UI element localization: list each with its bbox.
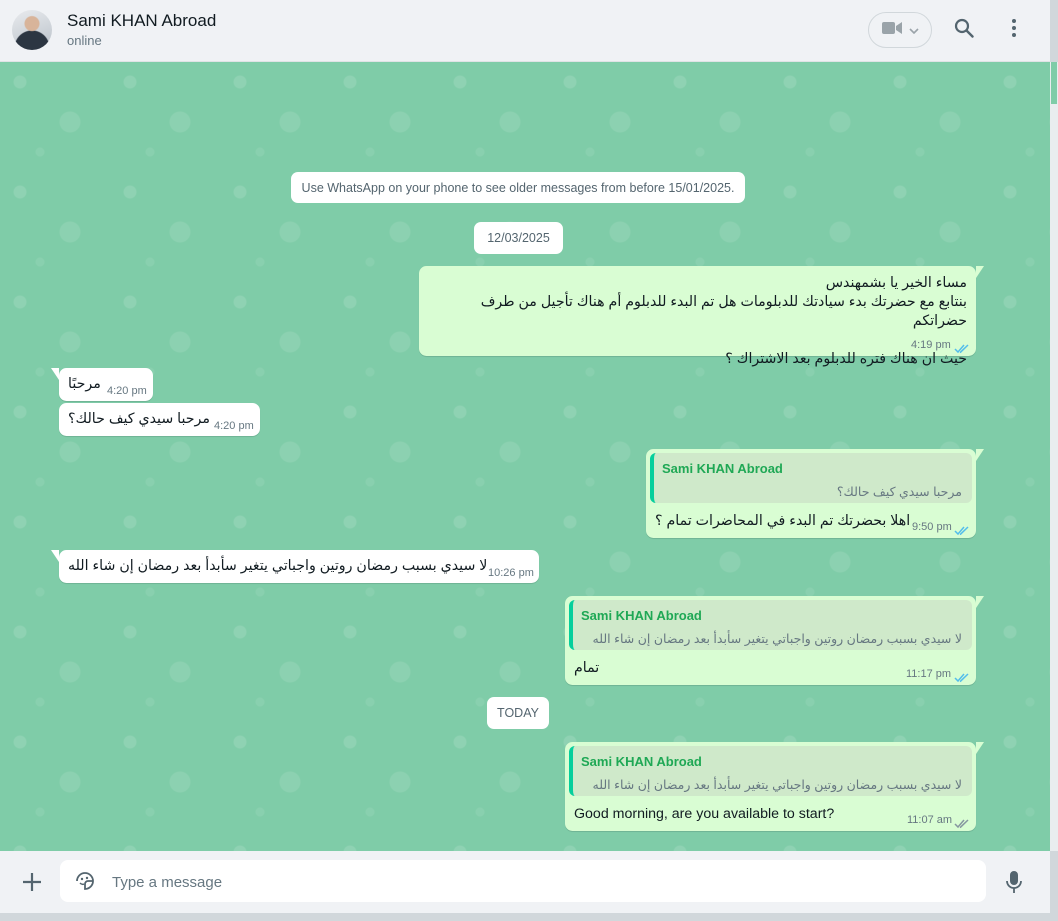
chevron-down-icon — [909, 21, 919, 39]
video-camera-icon — [881, 20, 903, 41]
message-text: Good morning, are you available to start… — [574, 806, 835, 822]
message-bubble-outgoing[interactable]: Sami KHAN Abroad لا سيدي بسبب رمضان روتي… — [565, 596, 984, 688]
older-messages-notice[interactable]: Use WhatsApp on your phone to see older … — [291, 172, 745, 203]
message-line: مساء الخير يا بشمهندس — [825, 275, 967, 291]
message-text: تمام — [574, 660, 600, 676]
message-time: 9:50 pm — [912, 521, 952, 533]
message-text: مساء الخير يا بشمهندس بنتابع مع حضرتك بد… — [427, 274, 967, 369]
chat-scrollbar-thumb[interactable] — [1051, 62, 1057, 104]
menu-dots-icon — [1011, 18, 1017, 43]
quoted-author: Sami KHAN Abroad — [662, 461, 783, 476]
message-text: لا سيدي بسبب رمضان روتين واجباتي يتغير س… — [68, 558, 488, 574]
quoted-author: Sami KHAN Abroad — [581, 754, 702, 769]
video-call-button[interactable] — [868, 12, 932, 48]
menu-button[interactable] — [999, 15, 1029, 45]
date-chip: 12/03/2025 — [474, 222, 563, 254]
message-bubble-incoming[interactable]: مرحبا سيدي كيف حالك؟ 4:20 pm — [59, 403, 260, 436]
quoted-message[interactable]: Sami KHAN Abroad لا سيدي بسبب رمضان روتي… — [569, 746, 972, 796]
double-check-read-icon — [954, 670, 970, 688]
date-chip: TODAY — [487, 697, 549, 729]
quoted-text: لا سيدي بسبب رمضان روتين واجباتي يتغير س… — [592, 778, 963, 792]
message-time: 10:26 pm — [488, 567, 534, 579]
microphone-icon — [1004, 871, 1024, 899]
attach-button[interactable] — [20, 870, 44, 894]
quoted-text: لا سيدي بسبب رمضان روتين واجباتي يتغير س… — [592, 632, 963, 646]
quoted-author: Sami KHAN Abroad — [581, 608, 702, 623]
voice-message-button[interactable] — [1004, 869, 1024, 895]
message-bubble-outgoing[interactable]: مساء الخير يا بشمهندس بنتابع مع حضرتك بد… — [419, 266, 984, 367]
double-check-read-icon — [954, 523, 970, 541]
message-time: 11:17 pm — [906, 668, 952, 680]
search-icon — [954, 18, 974, 43]
window-bottom-edge — [0, 913, 1058, 921]
message-input[interactable] — [110, 860, 974, 904]
message-text: مرحبا سيدي كيف حالك؟ — [68, 411, 210, 427]
chat-header[interactable]: Sami KHAN Abroad online — [0, 0, 1050, 62]
double-check-delivered-icon — [954, 816, 970, 834]
plus-icon — [20, 873, 44, 898]
message-time: 11:07 am — [907, 814, 953, 826]
message-line: بنتابع مع حضرتك بدء سيادتك للدبلومات هل … — [480, 294, 967, 329]
chat-scrollbar[interactable] — [1050, 62, 1058, 851]
message-line — [427, 331, 967, 350]
chat-messages-panel[interactable]: Use WhatsApp on your phone to see older … — [0, 62, 1050, 851]
message-bubble-outgoing[interactable]: Sami KHAN Abroad لا سيدي بسبب رمضان روتي… — [565, 742, 984, 834]
search-button[interactable] — [949, 15, 979, 45]
message-bubble-incoming[interactable]: لا سيدي بسبب رمضان روتين واجباتي يتغير س… — [51, 550, 539, 583]
message-bubble-outgoing[interactable]: Sami KHAN Abroad مرحبا سيدي كيف حالك؟ اه… — [646, 449, 984, 541]
message-text: مرحبًا — [68, 376, 101, 392]
sticker-icon[interactable] — [74, 870, 96, 897]
quoted-message[interactable]: Sami KHAN Abroad مرحبا سيدي كيف حالك؟ — [650, 453, 972, 503]
quoted-message[interactable]: Sami KHAN Abroad لا سيدي بسبب رمضان روتي… — [569, 600, 972, 650]
message-time: 4:20 pm — [107, 385, 147, 397]
double-check-read-icon — [954, 341, 970, 359]
contact-avatar[interactable] — [12, 10, 52, 50]
message-composer — [0, 851, 1050, 913]
message-bubble-incoming[interactable]: مرحبًا 4:20 pm — [51, 368, 153, 401]
message-time: 4:19 pm — [911, 339, 951, 351]
message-time: 4:20 pm — [214, 420, 254, 432]
message-input-box[interactable] — [60, 860, 986, 904]
quoted-text: مرحبا سيدي كيف حالك؟ — [836, 485, 962, 499]
contact-name[interactable]: Sami KHAN Abroad — [67, 11, 216, 31]
message-line: حيث ان هناك فتره للدبلوم بعد الاشتراك ؟ — [725, 351, 967, 367]
message-text: اهلا بحضرتك تم البدء في المحاضرات تمام ؟ — [655, 513, 911, 529]
contact-status: online — [67, 33, 102, 48]
